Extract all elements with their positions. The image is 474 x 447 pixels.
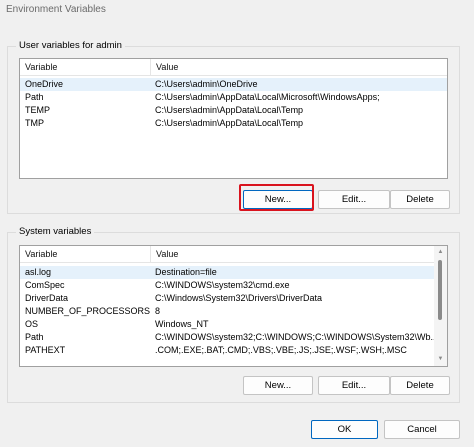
column-header-variable[interactable]: Variable [20,59,150,76]
user-variables-group: User variables for admin Variable Value … [7,40,460,214]
user-variables-label: User variables for admin [16,40,125,51]
variable-cell: NUMBER_OF_PROCESSORS [25,306,150,316]
scroll-up-icon[interactable]: ▲ [434,247,447,258]
value-cell: Windows_NT [155,319,209,329]
value-cell: Destination=file [155,267,217,277]
column-header-value[interactable]: Value [150,59,447,76]
table-row[interactable]: OS Windows_NT [20,318,434,331]
user-edit-button[interactable]: Edit... [318,190,390,209]
variable-cell: Path [25,332,44,342]
variable-cell: TMP [25,118,44,128]
cancel-button[interactable]: Cancel [384,420,460,439]
value-cell: C:\Users\admin\OneDrive [155,79,258,89]
value-cell: 8 [155,306,161,316]
value-cell: C:\Windows\System32\Drivers\DriverData [155,293,323,303]
scroll-thumb[interactable] [438,260,442,320]
variable-cell: ComSpec [25,280,65,290]
user-variables-list[interactable]: Variable Value OneDrive C:\Users\admin\O… [19,58,448,179]
table-row[interactable]: Path C:\Users\admin\AppData\Local\Micros… [20,91,447,104]
window-title: Environment Variables [6,4,106,15]
system-edit-button[interactable]: Edit... [318,376,390,395]
list-header: Variable Value [20,246,434,263]
table-row[interactable]: Path C:\WINDOWS\system32;C:\WINDOWS;C:\W… [20,331,434,344]
variable-cell: DriverData [25,293,69,303]
scroll-down-icon[interactable]: ▼ [434,354,447,365]
system-new-button[interactable]: New... [243,376,313,395]
variable-cell: TEMP [25,105,51,115]
highlight-box [239,184,314,211]
system-variables-list[interactable]: Variable Value asl.log Destination=file … [19,245,448,367]
value-cell: C:\WINDOWS\system32;C:\WINDOWS;C:\WINDOW… [155,332,434,342]
system-variables-label: System variables [16,226,95,237]
variable-cell: OS [25,319,39,329]
table-row[interactable]: TMP C:\Users\admin\AppData\Local\Temp [20,117,447,130]
table-row[interactable]: NUMBER_OF_PROCESSORS 8 [20,305,434,318]
table-row[interactable]: asl.log Destination=file [20,266,434,279]
table-row[interactable]: OneDrive C:\Users\admin\OneDrive [20,78,447,91]
value-cell: C:\Users\admin\AppData\Local\Temp [155,105,304,115]
column-header-variable[interactable]: Variable [20,246,150,263]
value-cell: C:\Users\admin\AppData\Local\Microsoft\W… [155,92,380,102]
variable-cell: OneDrive [25,79,64,89]
table-row[interactable]: TEMP C:\Users\admin\AppData\Local\Temp [20,104,447,117]
table-row[interactable]: DriverData C:\Windows\System32\Drivers\D… [20,292,434,305]
value-cell: .COM;.EXE;.BAT;.CMD;.VBS;.VBE;.JS;.JSE;.… [155,345,407,355]
system-variables-group: System variables Variable Value asl.log … [7,226,460,403]
list-header: Variable Value [20,59,447,76]
ok-button[interactable]: OK [311,420,378,439]
user-delete-button[interactable]: Delete [390,190,450,209]
value-cell: C:\Users\admin\AppData\Local\Temp [155,118,304,128]
system-delete-button[interactable]: Delete [390,376,450,395]
value-cell: C:\WINDOWS\system32\cmd.exe [155,280,290,290]
variable-cell: Path [25,92,44,102]
title-bar[interactable]: Environment Variables [0,0,474,22]
column-header-value[interactable]: Value [150,246,434,263]
vertical-scrollbar[interactable]: ▲ ▼ [434,246,447,366]
variable-cell: asl.log [25,267,52,277]
table-row[interactable]: PATHEXT .COM;.EXE;.BAT;.CMD;.VBS;.VBE;.J… [20,344,434,357]
variable-cell: PATHEXT [25,345,66,355]
table-row[interactable]: ComSpec C:\WINDOWS\system32\cmd.exe [20,279,434,292]
